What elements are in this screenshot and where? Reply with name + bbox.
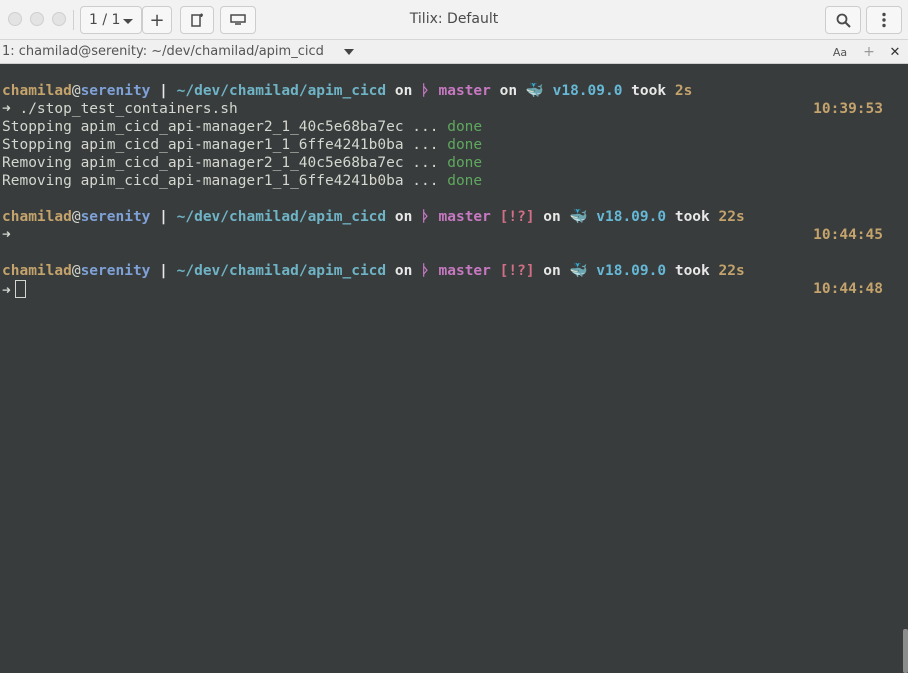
- kebab-menu-icon: [882, 12, 886, 28]
- plus-icon[interactable]: +: [860, 43, 878, 61]
- split-terminal-button[interactable]: [180, 6, 214, 34]
- docker-icon: 🐳: [569, 263, 588, 279]
- prompt-arrow: ➜: [2, 227, 11, 243]
- search-button[interactable]: [825, 6, 861, 34]
- prompt-line: chamilad@serenity | ~/dev/chamilad/apim_…: [2, 262, 745, 280]
- command-duration: 22s: [718, 263, 745, 279]
- prompt-took: took: [622, 83, 675, 99]
- output-status: done: [447, 155, 483, 171]
- prompt-at: @: [71, 263, 81, 279]
- docker-version: v18.09.0: [596, 263, 667, 279]
- prompt-user: chamilad: [2, 209, 72, 225]
- timestamp: 10:44:45: [813, 227, 883, 243]
- output-status: done: [447, 119, 483, 135]
- prompt-on: on: [386, 263, 422, 279]
- git-icon: ᚦ: [421, 263, 430, 279]
- output-text: Removing apim_cicd_api-manager2_1_40c5e6…: [2, 155, 448, 171]
- output-status: done: [447, 137, 483, 153]
- chevron-down-icon: [123, 19, 133, 24]
- divider: [73, 10, 74, 30]
- plus-icon: +: [149, 9, 165, 31]
- output-text: Stopping apim_cicd_api-manager2_1_40c5e6…: [2, 119, 448, 135]
- prompt-path: ~/dev/chamilad/apim_cicd: [176, 263, 387, 279]
- prompt-on: on: [386, 83, 422, 99]
- docker-version: v18.09.0: [552, 83, 623, 99]
- command-duration: 22s: [718, 209, 745, 225]
- prompt-took: took: [666, 263, 719, 279]
- output-line: Removing apim_cicd_api-manager1_1_6ffe42…: [2, 172, 482, 190]
- git-branch: master: [438, 83, 491, 99]
- prompt-on: on: [534, 263, 570, 279]
- header-bar: 1 / 1 + Tilix: Default: [0, 0, 908, 40]
- add-session-button[interactable]: +: [142, 6, 172, 34]
- output-line: Removing apim_cicd_api-manager2_1_40c5e6…: [2, 154, 482, 172]
- text-cursor: [14, 280, 26, 298]
- session-indicator: 1 / 1: [89, 12, 121, 28]
- prompt-arrow: ➜: [2, 283, 11, 299]
- prompt-on: on: [386, 209, 422, 225]
- output-text: Removing apim_cicd_api-manager1_1_6ffe42…: [2, 173, 448, 189]
- session-switcher[interactable]: 1 / 1: [80, 6, 142, 34]
- prompt-pipe: |: [150, 263, 177, 279]
- command-line: ➜: [2, 226, 11, 244]
- window-close-button[interactable]: [8, 12, 22, 26]
- git-icon: ᚦ: [421, 83, 430, 99]
- git-branch: master: [438, 209, 491, 225]
- command-duration: 2s: [674, 83, 693, 99]
- split-icon: [191, 13, 203, 27]
- prompt-line: chamilad@serenity | ~/dev/chamilad/apim_…: [2, 82, 692, 100]
- prompt-on: on: [490, 83, 526, 99]
- sidebar-icon: [230, 14, 246, 25]
- prompt-pipe: |: [150, 83, 177, 99]
- git-status: [!?]: [499, 209, 535, 225]
- git-icon: ᚦ: [421, 209, 430, 225]
- window-maximize-button[interactable]: [52, 12, 66, 26]
- prompt-user: chamilad: [2, 83, 72, 99]
- prompt-host: serenity: [80, 209, 151, 225]
- prompt-path: ~/dev/chamilad/apim_cicd: [176, 209, 387, 225]
- terminal-title-bar: 1: chamilad@serenity: ~/dev/chamilad/api…: [0, 40, 908, 64]
- git-status: [!?]: [499, 263, 535, 279]
- prompt-pipe: |: [150, 209, 177, 225]
- prompt-at: @: [71, 83, 81, 99]
- prompt-path: ~/dev/chamilad/apim_cicd: [176, 83, 387, 99]
- chevron-down-icon[interactable]: [344, 49, 354, 55]
- docker-version: v18.09.0: [596, 209, 667, 225]
- prompt-at: @: [71, 209, 81, 225]
- prompt-line: chamilad@serenity | ~/dev/chamilad/apim_…: [2, 208, 745, 226]
- prompt-user: chamilad: [2, 263, 72, 279]
- timestamp: 10:44:48: [813, 281, 883, 297]
- prompt-host: serenity: [80, 263, 151, 279]
- search-icon: [836, 13, 851, 28]
- prompt-host: serenity: [80, 83, 151, 99]
- terminal-view[interactable]: chamilad@serenity | ~/dev/chamilad/apim_…: [0, 64, 908, 673]
- window-minimize-button[interactable]: [30, 12, 44, 26]
- sidebar-toggle-button[interactable]: [220, 6, 256, 34]
- git-branch: master: [438, 263, 491, 279]
- scrollbar-thumb[interactable]: [903, 629, 908, 673]
- prompt-took: took: [666, 209, 719, 225]
- command-line: ➜ ./stop_test_containers.sh: [2, 100, 238, 118]
- command-line: ➜: [2, 280, 26, 299]
- docker-icon: 🐳: [525, 83, 544, 99]
- terminal-title[interactable]: 1: chamilad@serenity: ~/dev/chamilad/api…: [2, 44, 324, 59]
- menu-button[interactable]: [866, 6, 902, 34]
- docker-icon: 🐳: [569, 209, 588, 225]
- text-size-icon[interactable]: Aa: [831, 43, 849, 61]
- output-status: done: [447, 173, 483, 189]
- prompt-arrow: ➜: [2, 101, 11, 117]
- prompt-on: on: [534, 209, 570, 225]
- timestamp: 10:39:53: [813, 101, 883, 117]
- output-line: Stopping apim_cicd_api-manager1_1_6ffe42…: [2, 136, 482, 154]
- output-line: Stopping apim_cicd_api-manager2_1_40c5e6…: [2, 118, 482, 136]
- command-text: ./stop_test_containers.sh: [10, 101, 238, 117]
- close-icon[interactable]: ✕: [886, 43, 904, 61]
- output-text: Stopping apim_cicd_api-manager1_1_6ffe42…: [2, 137, 448, 153]
